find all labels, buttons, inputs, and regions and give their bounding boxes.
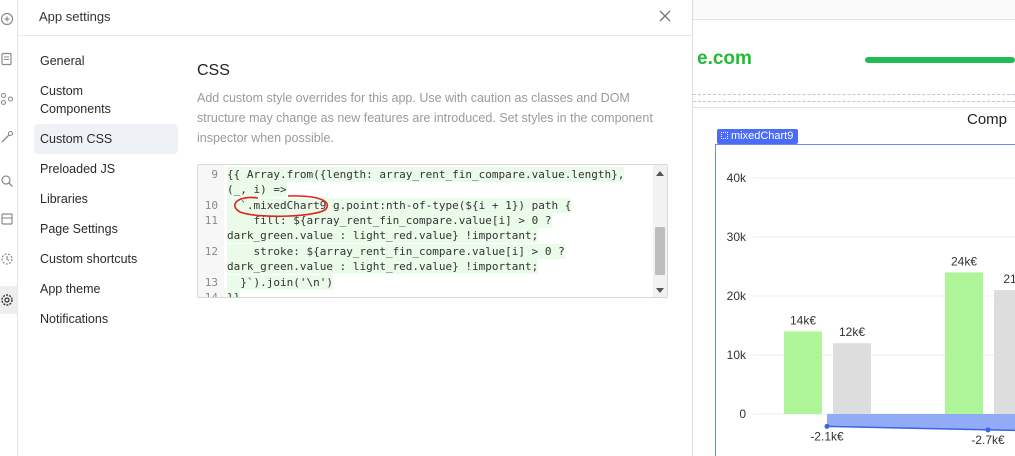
y-tick-label: 40k [727,171,747,185]
editor-scrollbar[interactable] [653,165,667,297]
y-tick-label: 0 [739,407,746,421]
mixed-chart: 40k 30k 20k 10k 0 14k€ 12k€ 24k€ 21k -2.1k€ -2.7k€ [727,171,1015,447]
bar-label: 12k€ [839,325,865,339]
pages-icon[interactable] [0,52,14,66]
line-number: 9 [211,168,218,181]
bar [945,272,983,414]
css-section: CSS Add custom style overrides for this … [197,62,672,148]
y-tick-label: 20k [727,289,747,303]
code-line: stroke: ${array_rent_fin_compare.value[i… [227,244,565,259]
resources-icon[interactable] [0,212,14,226]
code-lines: {{ Array.from({length: array_rent_fin_co… [227,165,652,297]
nav-item-custom-components[interactable]: Custom Components [34,76,130,124]
nav-item-page-settings[interactable]: Page Settings [34,214,178,244]
app-root: App settings General Custom Components C… [0,0,1015,456]
components-icon[interactable] [0,92,14,106]
code-line: {{ Array.from({length: array_rent_fin_co… [227,167,625,182]
nav-item-notifications[interactable]: Notifications [34,304,178,334]
code-line: }} [227,290,241,297]
section-title: CSS [197,62,230,79]
nav-item-preloaded-js[interactable]: Preloaded JS [34,154,178,184]
bar-label: 14k€ [790,313,816,327]
bar [833,343,871,414]
nav-item-custom-shortcuts[interactable]: Custom shortcuts [34,244,178,274]
close-icon[interactable] [657,8,673,24]
line-number: 11 [204,214,218,227]
add-icon[interactable] [0,12,14,26]
left-icon-rail [0,0,18,456]
line-point-label: -2.1k€ [810,429,844,443]
line-number-gutter: 9 10 11 12 13 14 [198,165,224,298]
line-number: 14 [204,291,218,298]
scroll-up-icon[interactable] [656,171,664,176]
y-tick-label: 30k [727,230,747,244]
line-point [824,423,830,429]
line-number: 12 [204,245,218,258]
code-line: (_, i) => [227,182,287,197]
css-code-editor[interactable]: 9 10 11 12 13 14 {{ Array.from({length: … [197,164,668,298]
bar-label: 24k€ [951,254,977,268]
section-description: Add custom style overrides for this app.… [197,91,653,145]
settings-icon[interactable] [0,293,14,307]
nav-item-general[interactable]: General [34,46,178,76]
nav-item-custom-css[interactable]: Custom CSS [34,124,178,154]
modal-title: App settings [39,9,111,24]
bar [784,331,822,414]
background-app-canvas: e.com Comp mixedChart9 40k 30k 20k 10k 0 14k€… [693,0,1015,456]
app-settings-modal: App settings General Custom Components C… [18,0,693,456]
scroll-down-icon[interactable] [656,288,664,293]
y-tick-label: 10k [727,348,747,362]
code-line: dark_green.value : light_red.value} !imp… [227,228,539,243]
line-point-label: -2.7k€ [971,433,1005,447]
bar [994,290,1015,414]
scroll-thumb[interactable] [655,227,665,275]
line-number: 10 [204,199,218,212]
query-icon[interactable] [0,130,14,144]
code-line: `.mixedChart9 g.point:nth-of-type(${i + … [227,198,572,213]
history-icon[interactable] [0,252,14,266]
line-number: 13 [204,276,218,289]
search-icon[interactable] [0,174,14,188]
settings-nav: General Custom Components Custom CSS Pre… [34,46,178,334]
bar-label: 21k [1003,272,1015,286]
nav-item-app-theme[interactable]: App theme [34,274,178,304]
code-line: fill: ${array_rent_fin_compare.value[i] … [227,213,552,228]
nav-item-libraries[interactable]: Libraries [34,184,178,214]
code-line: }`).join('\n') [227,275,333,290]
line-point [985,427,991,433]
modal-header: App settings [18,0,693,36]
code-line: dark_green.value : light_red.value} !imp… [227,259,539,274]
